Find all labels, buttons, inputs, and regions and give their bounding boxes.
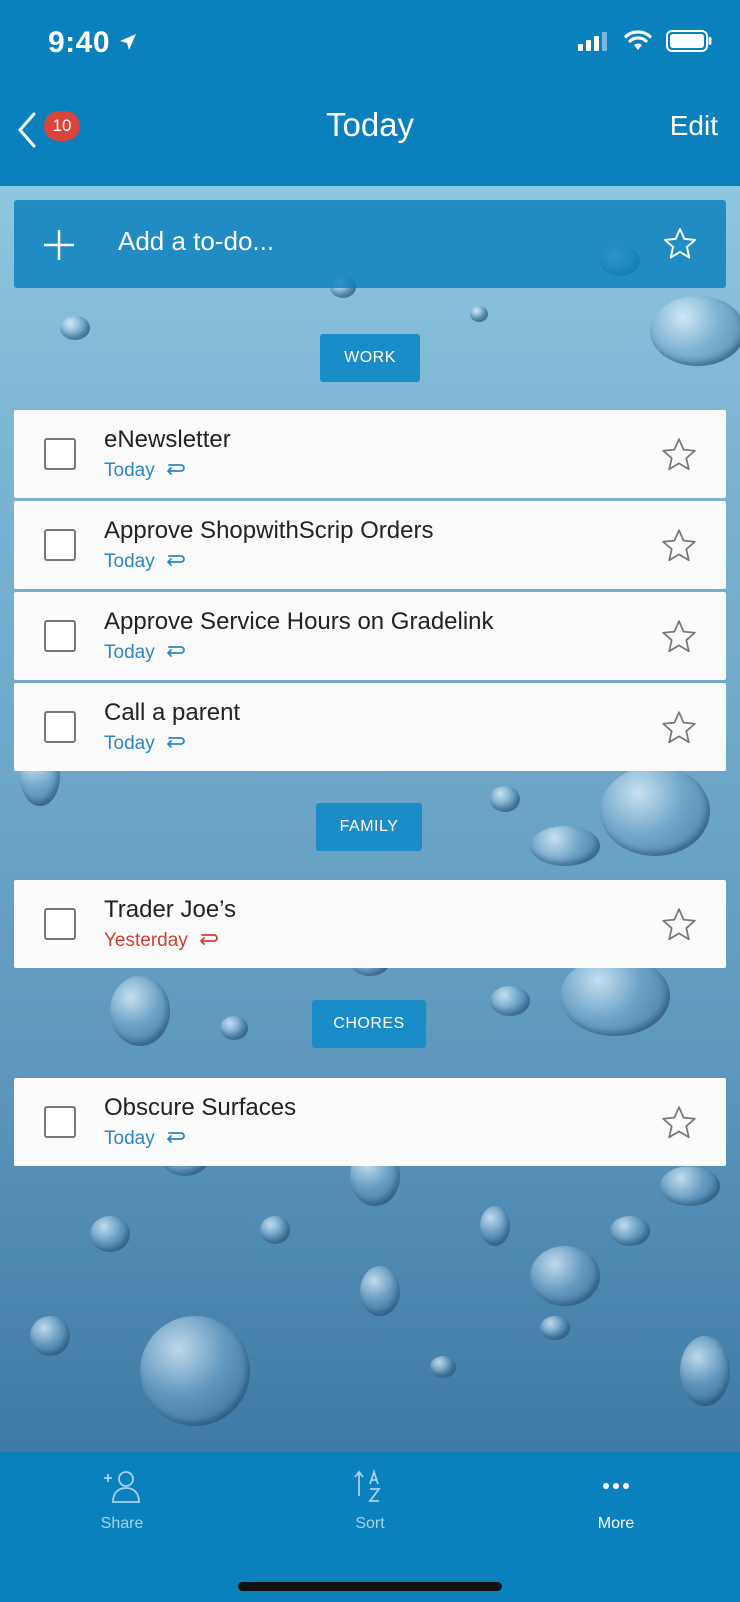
location-arrow-icon	[120, 34, 136, 50]
repeat-icon	[166, 464, 185, 475]
status-time: 9:40	[48, 26, 111, 59]
water-drop	[30, 1316, 70, 1356]
water-drop	[480, 1206, 510, 1246]
water-drop	[490, 986, 530, 1016]
water-drop	[600, 766, 710, 856]
repeat-icon	[166, 555, 185, 566]
app-screen: 9:40 10 Today Edit Add a to-do... WORK e…	[0, 0, 740, 1602]
home-indicator[interactable]	[238, 1582, 502, 1591]
repeat-icon	[166, 737, 185, 748]
water-drop	[110, 976, 170, 1046]
task-row[interactable]: Call a parent Today	[14, 683, 726, 771]
water-drop	[560, 956, 670, 1036]
bottom-toolbar: Share Sort More	[0, 1452, 740, 1602]
task-row[interactable]: Approve ShopwithScrip Orders Today	[14, 501, 726, 589]
cellular-signal-icon	[578, 32, 607, 51]
task-due-date: Yesterday	[104, 930, 188, 951]
star-icon[interactable]	[662, 226, 698, 262]
water-drop	[360, 1266, 400, 1316]
task-title: eNewsletter	[104, 426, 231, 453]
repeat-icon	[166, 646, 185, 657]
task-checkbox[interactable]	[44, 438, 76, 470]
water-drop	[680, 1336, 730, 1406]
task-row[interactable]: eNewsletter Today	[14, 410, 726, 498]
task-due-date: Today	[104, 1128, 155, 1149]
section-header-chores[interactable]: CHORES	[312, 1000, 426, 1048]
repeat-icon	[166, 1132, 185, 1143]
water-drop	[530, 1246, 600, 1306]
task-due-date: Today	[104, 460, 155, 481]
share-button[interactable]: Share	[62, 1468, 182, 1533]
repeat-icon	[199, 934, 218, 945]
star-icon[interactable]	[660, 1104, 698, 1142]
task-title: Trader Joe’s	[104, 896, 237, 923]
star-icon[interactable]	[660, 906, 698, 944]
task-meta: Today	[104, 642, 185, 664]
add-todo-input[interactable]: Add a to-do...	[118, 226, 274, 257]
page-title: Today	[325, 106, 415, 143]
task-meta: Today	[104, 551, 185, 573]
sort-button[interactable]: Sort	[310, 1468, 430, 1533]
task-meta: Yesterday	[104, 930, 218, 952]
share-person-icon	[104, 1471, 140, 1503]
sort-az-icon	[354, 1469, 381, 1502]
more-dots-icon	[603, 1483, 629, 1489]
water-drop	[140, 1316, 250, 1426]
task-due-date: Today	[104, 551, 155, 572]
status-icons	[578, 30, 712, 52]
water-drop	[490, 786, 520, 812]
water-drop	[540, 1316, 570, 1340]
task-title: Approve Service Hours on Gradelink	[104, 608, 494, 635]
battery-icon	[666, 30, 712, 52]
task-due-date: Today	[104, 733, 155, 754]
top-bar: 9:40 10 Today Edit	[0, 0, 740, 186]
add-todo-bar[interactable]: Add a to-do...	[14, 200, 726, 288]
water-drop	[220, 1016, 248, 1040]
task-checkbox[interactable]	[44, 711, 76, 743]
water-drop	[530, 826, 600, 866]
section-header-work[interactable]: WORK	[320, 334, 420, 382]
task-checkbox[interactable]	[44, 908, 76, 940]
sort-label: Sort	[355, 1515, 385, 1532]
star-icon[interactable]	[660, 527, 698, 565]
water-drop	[610, 1216, 650, 1246]
task-checkbox[interactable]	[44, 620, 76, 652]
task-title: Call a parent	[104, 699, 241, 726]
star-icon[interactable]	[660, 709, 698, 747]
star-icon[interactable]	[660, 618, 698, 656]
section-header-family[interactable]: FAMILY	[316, 803, 422, 851]
water-drop	[660, 1166, 720, 1206]
task-checkbox[interactable]	[44, 1106, 76, 1138]
task-meta: Today	[104, 1128, 185, 1150]
edit-button[interactable]: Edit	[670, 110, 718, 142]
share-label: Share	[100, 1515, 144, 1532]
task-meta: Today	[104, 460, 185, 482]
water-drop	[430, 1356, 456, 1378]
water-drop	[60, 316, 90, 340]
more-label: More	[597, 1515, 635, 1532]
water-drop	[650, 296, 740, 366]
task-row[interactable]: Trader Joe’s Yesterday	[14, 880, 726, 968]
task-title: Approve ShopwithScrip Orders	[104, 517, 434, 544]
water-drop	[90, 1216, 130, 1252]
plus-icon	[44, 230, 74, 260]
star-icon[interactable]	[660, 436, 698, 474]
task-row[interactable]: Obscure Surfaces Today	[14, 1078, 726, 1166]
water-drop	[470, 306, 488, 322]
water-drop	[260, 1216, 290, 1244]
task-checkbox[interactable]	[44, 529, 76, 561]
wifi-icon	[624, 30, 652, 50]
task-due-date: Today	[104, 642, 155, 663]
task-meta: Today	[104, 733, 185, 755]
task-title: Obscure Surfaces	[104, 1094, 297, 1121]
task-row[interactable]: Approve Service Hours on Gradelink Today	[14, 592, 726, 680]
more-button[interactable]: More	[556, 1468, 676, 1533]
